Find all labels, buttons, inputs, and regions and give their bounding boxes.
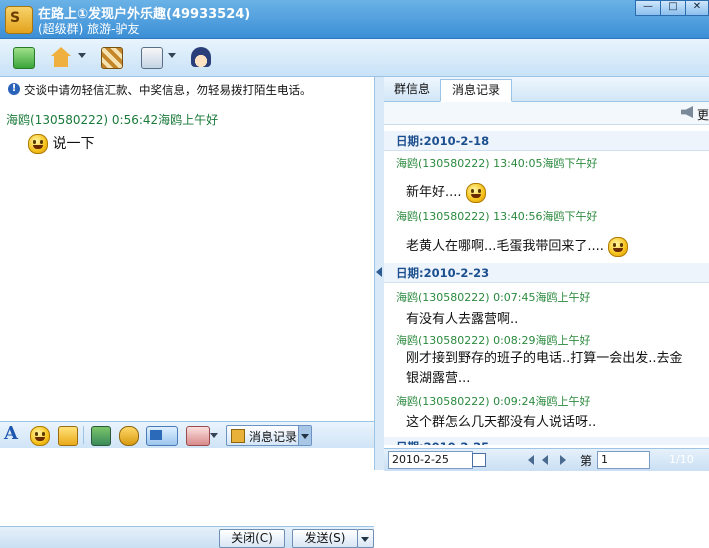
message-input[interactable] — [0, 448, 374, 525]
log-message-body: 刚才接到野存的班子的电话..打算一会出发..去金银湖露营... — [406, 351, 683, 386]
page-label: 第 — [580, 454, 593, 468]
chat-panel: ! 交谈中请勿轻信汇款、中奖信息，勿轻易拨打陌生电话。 海鸥(130580222… — [0, 77, 375, 548]
smiley-icon — [30, 426, 50, 446]
first-page-icon[interactable] — [528, 455, 534, 465]
maximize-button[interactable]: □ — [660, 0, 686, 16]
message-log-button[interactable]: 消息记录 — [226, 425, 312, 446]
tab-group-info[interactable]: 群信息 — [386, 79, 438, 100]
thinking-icon — [608, 236, 629, 257]
date-header: 日期:2010-2-18 — [384, 131, 709, 151]
files-icon — [141, 47, 163, 69]
clapboard-button[interactable] — [96, 43, 126, 71]
message-header: 海鸥(130580222) 0:56:42海鸥上午好 — [6, 113, 219, 127]
image-icon[interactable] — [91, 426, 111, 446]
chevron-down-icon[interactable] — [78, 53, 86, 58]
log-message-body: 老黄人在哪啊...毛蛋我带回来了.... — [406, 235, 629, 257]
log-icon — [231, 429, 245, 443]
date-header: 日期:2010-2-25 — [384, 437, 709, 445]
home-icon — [51, 47, 71, 67]
log-message-body: 有没有人去露营啊.. — [406, 312, 519, 327]
prev-page-icon[interactable] — [542, 455, 548, 465]
voice-icon[interactable] — [186, 426, 210, 446]
shield-icon: ! — [8, 83, 20, 95]
police-icon — [191, 47, 211, 67]
calendar-icon[interactable] — [472, 453, 486, 467]
mail-icon — [13, 47, 35, 69]
home-button[interactable] — [46, 43, 76, 71]
page-select[interactable]: 1 — [597, 451, 650, 469]
divider — [83, 426, 84, 444]
smiley-icon — [465, 182, 486, 203]
close-window-button[interactable]: ✕ — [685, 0, 709, 16]
log-message-header: 海鸥(130580222) 0:09:24海鸥上午好 — [396, 395, 591, 408]
font-button[interactable]: A — [4, 423, 18, 444]
window-subtitle: (超级群) 旅游-驴友 — [38, 22, 140, 36]
log-pager: 2010-2-25 第 1 1/10 — [384, 448, 709, 471]
log-message-header: 海鸥(130580222) 13:40:56海鸥下午好 — [396, 210, 598, 223]
smiley-icon — [28, 134, 48, 154]
message-log-label: 消息记录 — [249, 430, 298, 444]
date-field[interactable]: 2010-2-25 — [388, 451, 473, 469]
speaker-icon[interactable] — [681, 106, 693, 118]
title-bar: S 在路上①发现户外乐趣(49933524) (超级群) 旅游-驴友 — □ ✕ — [0, 0, 709, 39]
message-body: 说一下 — [28, 133, 94, 154]
group-avatar-icon[interactable]: S — [5, 6, 33, 34]
page-total: 1/10 — [669, 453, 694, 466]
shake-icon[interactable] — [119, 426, 139, 446]
chevron-down-icon[interactable] — [168, 53, 176, 58]
log-message-body: 这个群怎么几天都没有人说话呀.. — [406, 415, 597, 430]
chevron-down-icon[interactable] — [210, 433, 218, 438]
screenshot-button[interactable] — [146, 426, 178, 446]
send-bar: 关闭(C) 发送(S) — [0, 526, 374, 548]
log-toolbar: 更 — [384, 102, 709, 125]
page-value: 1 — [601, 453, 608, 466]
log-message-header: 海鸥(130580222) 0:08:29海鸥上午好 — [396, 334, 591, 347]
log-message-body: 新年好.... — [406, 181, 486, 203]
next-page-icon[interactable] — [560, 455, 566, 465]
input-toolbar: A 消息记录 — [0, 421, 374, 449]
date-header: 日期:2010-2-23 — [384, 263, 709, 283]
log-message-header: 海鸥(130580222) 0:07:45海鸥上午好 — [396, 291, 591, 304]
minimize-button[interactable]: — — [635, 0, 661, 16]
message-log: 日期:2010-2-18 海鸥(130580222) 13:40:05海鸥下午好… — [384, 125, 709, 445]
files-button[interactable] — [136, 43, 166, 71]
side-tabs: 群信息 消息记录 — [384, 77, 709, 102]
side-panel: 群信息 消息记录 更 日期:2010-2-18 海鸥(130580222) 13… — [384, 77, 709, 471]
main-toolbar — [0, 39, 709, 77]
screenshot-icon — [150, 430, 162, 440]
mail-button[interactable] — [8, 43, 38, 71]
message-text: 说一下 — [52, 136, 95, 152]
tab-message-log[interactable]: 消息记录 — [440, 79, 512, 102]
security-notice: ! 交谈中请勿轻信汇款、中奖信息，勿轻易拨打陌生电话。 — [6, 80, 371, 98]
log-message-text: 新年好.... — [406, 185, 462, 200]
log-message-text: 老黄人在哪啊...毛蛋我带回来了.... — [406, 239, 604, 254]
notice-text: 交谈中请勿轻信汇款、中奖信息，勿轻易拨打陌生电话。 — [24, 83, 312, 97]
collapse-arrow-icon[interactable] — [376, 267, 382, 277]
log-message-header: 海鸥(130580222) 13:40:05海鸥下午好 — [396, 157, 598, 170]
close-button[interactable]: 关闭(C) — [219, 529, 285, 548]
police-button[interactable] — [186, 43, 216, 71]
more-label[interactable]: 更 — [697, 106, 709, 123]
send-options-button[interactable] — [357, 529, 374, 548]
magic-emoji-icon[interactable] — [58, 426, 78, 446]
chevron-down-icon — [361, 537, 369, 542]
emoji-button[interactable] — [30, 426, 50, 446]
clapboard-icon — [101, 47, 123, 69]
send-button[interactable]: 发送(S) — [292, 529, 358, 548]
chevron-down-icon[interactable] — [298, 426, 311, 445]
